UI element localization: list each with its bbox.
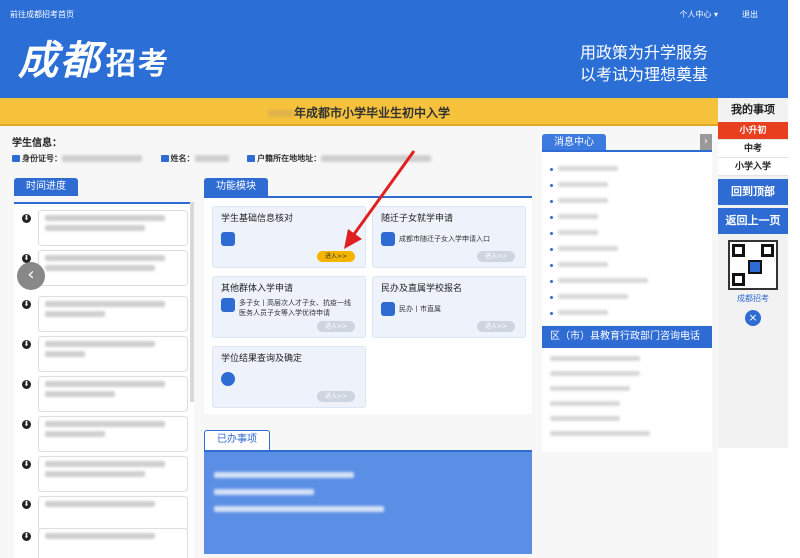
card-migrant-children[interactable]: 随迁子女就学申请 成都市随迁子女入学申请入口 进入>> [372,206,526,268]
enter-button[interactable]: 进入>> [317,391,355,402]
slogan: 用政策为升学服务 以考试为理想奠基 [579,43,708,84]
enter-button[interactable]: 进入>> [317,321,355,332]
list-item: ⬇ [22,296,190,334]
edit-icon [381,232,395,246]
functions-tab: 功能模块 [204,178,268,196]
page-title: 年成都市小学毕业生初中入学 [293,106,450,120]
list-item[interactable] [550,308,704,324]
sidebar-item-zhongkao[interactable]: 中考 [718,140,788,158]
sidebar-item-xiaoshengchu[interactable]: 小升初 [718,122,788,140]
user-center-menu[interactable]: 个人中心 ▾ [679,9,718,20]
card-other-groups[interactable]: 其他群体入学申请 多子女丨高层次人才子女、抗疫一线医务人员子女等入学优待申请 进… [212,276,366,338]
logout-link[interactable]: 退出 [742,9,758,20]
list-item [550,429,704,444]
address-icon [247,155,256,162]
list-item [214,487,522,497]
home-link[interactable]: 前往成都招考首页 [10,9,74,20]
list-item [214,504,522,514]
list-item[interactable] [550,164,704,180]
list-item[interactable] [550,228,704,244]
qr-label: 成都招考 [737,294,769,303]
user-icon [221,232,235,246]
news-next-button[interactable]: › [700,134,712,150]
functions-panel: 学生基础信息核对 进入>> 随迁子女就学申请 成都市随迁子女入学申请入口 进入>… [204,196,532,414]
header: 前往成都招考首页 个人中心 ▾ 退出 成都 招考 用政策为升学服务 以考试为理想奠基 [0,0,788,98]
page-title-bar: 年成都市小学毕业生初中入学 [0,98,718,126]
list-item [550,414,704,429]
document-icon [221,372,235,386]
timeline-scrollbar[interactable] [190,202,194,402]
sidebar-item-primary[interactable]: 小学入学 [718,158,788,176]
card-result-query[interactable]: 学位结果查询及确定 进入>> [212,346,366,408]
list-item[interactable] [550,180,704,196]
list-item[interactable] [550,292,704,308]
id-card-icon [12,155,20,162]
list-item: ⬇ [22,456,190,494]
list-item [214,470,522,480]
enter-button[interactable]: 进入>> [477,321,515,332]
enter-button[interactable]: 进入>> [477,251,515,262]
bus-icon [381,302,395,316]
back-to-top-button[interactable]: 回到顶部 [718,179,788,205]
done-panel [204,450,532,554]
sidebar-head: 我的事项 [718,98,788,122]
qr-code [728,240,778,290]
enter-button[interactable]: 进入>> [317,251,355,262]
list-item [550,399,704,414]
list-item [550,354,704,369]
list-item [550,369,704,384]
student-info: 学生信息： 身份证号： 姓名： 户籍所在地地址： [12,134,532,164]
phones-title: 区（市）县教育行政部门咨询电话 [542,326,712,348]
list-item [550,384,704,399]
monitor-icon [221,298,235,312]
list-item[interactable] [550,212,704,228]
my-items-sidebar: 我的事项 小升初 中考 小学入学 回到顶部 返回上一页 成都招考 × [718,98,788,448]
timeline-panel: ⬇ ⬇ ⬇ ⬇ ⬇ ⬇ ⬇ ⬇ ⬇ [14,202,194,558]
card-student-info-check[interactable]: 学生基础信息核对 进入>> [212,206,366,268]
list-item: ⬇ [22,336,190,374]
done-tab: 已办事项 [204,430,270,450]
student-info-label: 学生信息： [12,138,62,149]
person-icon [160,155,169,162]
timeline-tab: 时间进度 [14,178,78,196]
list-item: ⬇ [22,250,190,288]
scroll-left-button[interactable]: ‹ [17,262,45,290]
list-item[interactable] [550,260,704,276]
list-item[interactable] [550,276,704,292]
card-private-schools[interactable]: 民办及直属学校报名 民办丨市直属 进入>> [372,276,526,338]
list-item: ⬇ [22,376,190,414]
go-back-button[interactable]: 返回上一页 [718,208,788,234]
list-item: ⬇ [22,210,190,248]
list-item[interactable] [550,244,704,260]
list-item: ⬇ [22,528,190,558]
list-item[interactable] [550,196,704,212]
close-icon[interactable]: × [745,310,761,326]
list-item: ⬇ [22,416,190,454]
logo: 成都 招考 [18,37,170,84]
news-panel [542,150,712,325]
phones-panel: 区（市）县教育行政部门咨询电话 [542,326,712,452]
